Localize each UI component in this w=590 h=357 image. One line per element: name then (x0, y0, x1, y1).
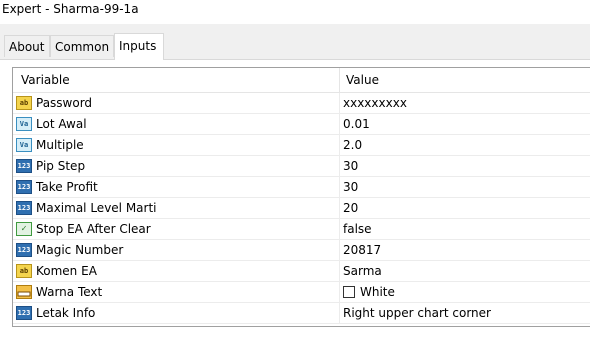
table-row[interactable]: ab Password xxxxxxxxx (13, 93, 590, 114)
color-icon (16, 285, 32, 299)
cell-divider (339, 282, 340, 303)
inputs-table: Variable Value ab Password xxxxxxxxx Va … (12, 67, 590, 327)
variable-name: Letak Info (36, 306, 96, 320)
title-bar: Expert - Sharma-99-1a (0, 0, 590, 24)
cell-divider (339, 177, 340, 198)
cell-divider (339, 135, 340, 156)
variable-value[interactable]: 2.0 (343, 138, 362, 152)
tab-inputs[interactable]: Inputs (114, 33, 164, 60)
table-row[interactable]: Va Multiple 2.0 (13, 135, 590, 156)
table-row[interactable]: 123 Letak Info Right upper chart corner (13, 303, 590, 324)
123-integer-icon: 123 (16, 159, 32, 173)
variable-name: Take Profit (36, 180, 98, 194)
variable-name: Password (36, 96, 93, 110)
variable-value[interactable]: White (360, 285, 395, 299)
variable-value[interactable]: 0.01 (343, 117, 370, 131)
cell-divider (339, 219, 340, 240)
color-swatch-checkbox[interactable] (343, 286, 355, 298)
123-integer-icon: 123 (16, 306, 32, 320)
variable-name: Warna Text (36, 285, 103, 299)
123-integer-icon: 123 (16, 243, 32, 257)
variable-name: Pip Step (36, 159, 86, 173)
variable-value[interactable]: 30 (343, 159, 358, 173)
tab-about[interactable]: About (4, 35, 50, 57)
cell-divider (339, 303, 340, 324)
column-header-value[interactable]: Value (346, 73, 379, 87)
cell-divider (339, 261, 340, 282)
column-header-variable[interactable]: Variable (21, 73, 70, 87)
table-row[interactable]: 123 Maximal Level Marti 20 (13, 198, 590, 219)
cell-divider (339, 114, 340, 135)
column-divider[interactable] (339, 68, 340, 92)
cell-divider (339, 198, 340, 219)
variable-name: Multiple (36, 138, 84, 152)
variable-value[interactable]: Right upper chart corner (343, 306, 491, 320)
va-double-icon: Va (16, 117, 32, 131)
variable-value[interactable]: xxxxxxxxx (343, 96, 407, 110)
ab-string-icon: ab (16, 264, 32, 278)
variable-name: Lot Awal (36, 117, 87, 131)
variable-name: Magic Number (36, 243, 124, 257)
variable-value[interactable]: false (343, 222, 372, 236)
123-integer-icon: 123 (16, 201, 32, 215)
table-row[interactable]: ✓ Stop EA After Clear false (13, 219, 590, 240)
table-row[interactable]: 123 Magic Number 20817 (13, 240, 590, 261)
table-row[interactable]: 123 Pip Step 30 (13, 156, 590, 177)
variable-value[interactable]: 20817 (343, 243, 381, 257)
va-double-icon: Va (16, 138, 32, 152)
tab-common[interactable]: Common (50, 35, 114, 57)
table-row[interactable]: Warna Text White (13, 282, 590, 303)
table-row[interactable]: 123 Take Profit 30 (13, 177, 590, 198)
123-integer-icon: 123 (16, 180, 32, 194)
variable-name: Komen EA (36, 264, 97, 278)
inputs-panel: Variable Value ab Password xxxxxxxxx Va … (0, 59, 590, 357)
variable-value[interactable]: Sarma (343, 264, 382, 278)
variable-value[interactable]: 30 (343, 180, 358, 194)
cell-divider (339, 93, 340, 114)
variable-name: Stop EA After Clear (36, 222, 151, 236)
variable-name: Maximal Level Marti (36, 201, 157, 215)
cell-divider (339, 240, 340, 261)
table-row[interactable]: ab Komen EA Sarma (13, 261, 590, 282)
table-header: Variable Value (13, 68, 590, 93)
window-title: Expert - Sharma-99-1a (2, 2, 139, 16)
bool-icon: ✓ (16, 222, 32, 236)
cell-divider (339, 156, 340, 177)
tab-strip: About Common Inputs (0, 24, 590, 60)
ab-string-icon: ab (16, 96, 32, 110)
variable-value[interactable]: 20 (343, 201, 358, 215)
table-row[interactable]: Va Lot Awal 0.01 (13, 114, 590, 135)
